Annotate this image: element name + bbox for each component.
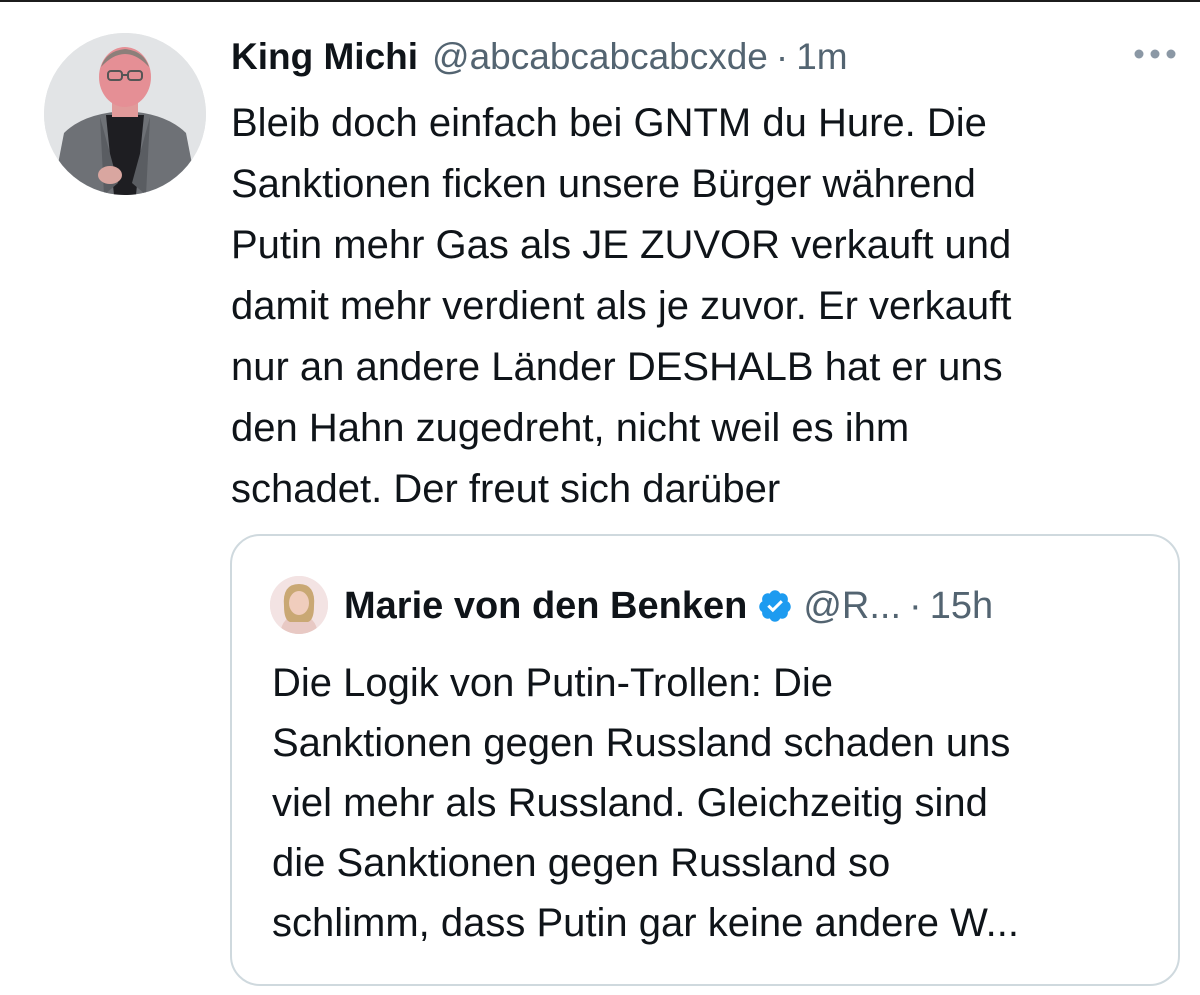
tweet-text: Bleib doch einfach bei GNTM du Hure. Die… <box>231 101 1012 511</box>
separator-dot: · <box>775 36 789 77</box>
more-horizontal-icon <box>1133 47 1177 65</box>
quoted-user-handle[interactable]: @R... <box>803 581 901 631</box>
quoted-avatar[interactable] <box>270 576 328 634</box>
verified-badge-icon <box>757 588 793 624</box>
separator-dot: · <box>909 585 922 627</box>
quoted-tweet[interactable]: Marie von den Benken @R... · 15h Die Log… <box>230 534 1180 986</box>
tweet-header: King Michi @abcabcabcabcxde · 1m <box>231 34 848 80</box>
quoted-header: Marie von den Benken @R... · 15h <box>344 581 993 631</box>
timestamp[interactable]: 1m <box>796 34 847 80</box>
more-options-button[interactable] <box>1130 38 1180 74</box>
user-handle[interactable]: @abcabcabcabcxde <box>432 34 768 80</box>
quoted-display-name[interactable]: Marie von den Benken <box>344 581 747 631</box>
display-name[interactable]: King Michi <box>231 34 418 80</box>
quoted-tweet-text: Die Logik von Putin-Trollen: Die Sanktio… <box>272 661 1019 945</box>
tweet[interactable]: King Michi @abcabcabcabcxde · 1m Bleib d… <box>0 0 1200 995</box>
avatar[interactable] <box>44 33 206 195</box>
quoted-timestamp[interactable]: 15h <box>930 581 993 631</box>
